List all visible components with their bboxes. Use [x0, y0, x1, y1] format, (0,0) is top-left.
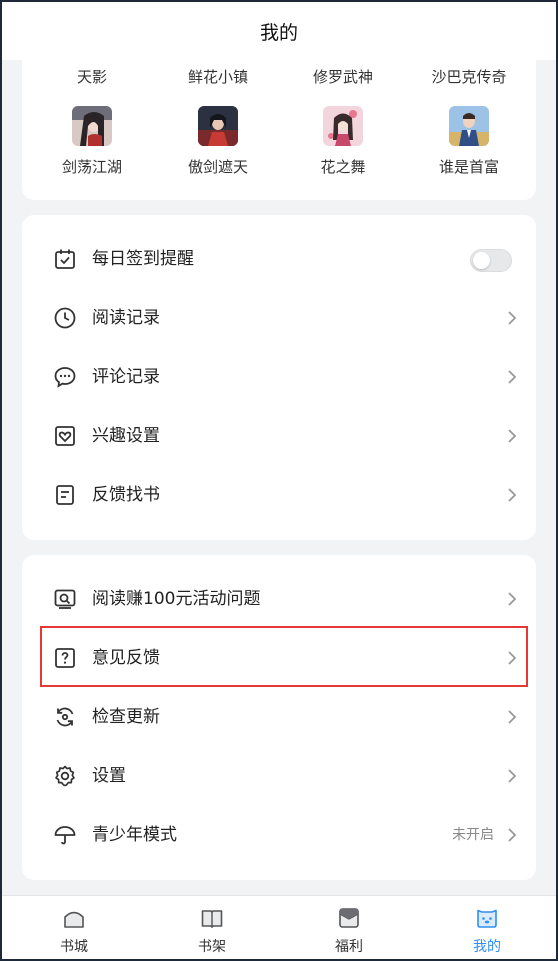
book-cover-4[interactable] — [449, 106, 489, 146]
profile-icon — [477, 909, 497, 928]
chevron-right-icon — [508, 651, 517, 665]
gift-icon — [339, 908, 359, 928]
chevron-right-icon — [508, 769, 517, 783]
recent-books-card: 天影 鲜花小镇 修罗武神 沙巴克传奇 剑荡江湖 傲剑遮天 花之舞 谁是首富 — [22, 60, 536, 200]
chevron-right-icon — [508, 311, 517, 325]
tab-bookstore[interactable]: 书城 — [34, 896, 114, 959]
book-cover-1[interactable] — [72, 106, 112, 146]
refresh-icon — [56, 707, 74, 727]
tab-label: 书城 — [60, 939, 88, 955]
menu-item-label: 每日签到提醒 — [92, 249, 194, 269]
book-title-7[interactable]: 花之舞 — [283, 156, 403, 177]
menu-item-feedback-find-book[interactable]: 反馈找书 — [22, 466, 536, 525]
menu-item-label: 设置 — [92, 766, 126, 786]
menu-item-label: 意见反馈 — [92, 648, 160, 668]
menu-item-teen-mode[interactable]: 青少年模式 未开启 — [22, 806, 536, 865]
question-icon — [55, 648, 75, 668]
tab-label: 我的 — [473, 939, 501, 955]
app-frame: 我的 天影 鲜花小镇 修罗武神 沙巴克传奇 剑荡江湖 傲剑遮天 花之舞 谁是首富… — [0, 0, 558, 961]
bottom-tab-bar: 书城 书架 福利 我的 — [2, 895, 556, 959]
menu-item-reading-reward-faq[interactable]: 阅读赚100元活动问题 — [22, 570, 536, 629]
menu-card-2: 阅读赚100元活动问题 意见反馈 检查更新 设置 青少年模式 未开启 — [22, 555, 536, 880]
clock-icon — [54, 307, 76, 329]
menu-item-label: 评论记录 — [92, 367, 160, 387]
book-title-8[interactable]: 谁是首富 — [409, 156, 529, 177]
page-header: 我的 — [2, 2, 556, 60]
menu-item-settings[interactable]: 设置 — [22, 747, 536, 806]
book-cover-2[interactable] — [198, 106, 238, 146]
menu-item-comment-history[interactable]: 评论记录 — [22, 348, 536, 407]
chevron-right-icon — [508, 710, 517, 724]
umbrella-icon — [54, 826, 76, 845]
book-cover-3[interactable] — [323, 106, 363, 146]
menu-item-label: 阅读赚100元活动问题 — [92, 589, 261, 609]
book-icon — [201, 910, 223, 928]
tab-rewards[interactable]: 福利 — [309, 896, 389, 959]
menu-item-daily-checkin-reminder: 每日签到提醒 — [22, 230, 536, 289]
toggle-knob — [473, 252, 490, 269]
search-screen-icon — [54, 589, 76, 609]
book-title-2[interactable]: 鲜花小镇 — [158, 66, 278, 87]
menu-item-interest-settings[interactable]: 兴趣设置 — [22, 407, 536, 466]
menu-item-label: 兴趣设置 — [92, 426, 160, 446]
book-title-3[interactable]: 修罗武神 — [283, 66, 403, 87]
book-title-6[interactable]: 傲剑遮天 — [158, 156, 278, 177]
tab-label: 书架 — [198, 939, 226, 955]
daily-checkin-toggle[interactable] — [470, 249, 512, 272]
tab-bookshelf[interactable]: 书架 — [172, 896, 252, 959]
page-title: 我的 — [259, 21, 298, 44]
document-icon — [56, 485, 74, 505]
gear-icon — [55, 765, 75, 787]
chevron-right-icon — [508, 370, 517, 384]
home-icon — [64, 911, 84, 928]
menu-item-label: 青少年模式 — [92, 825, 177, 845]
heart-square-icon — [55, 426, 75, 446]
menu-item-feedback[interactable]: 意见反馈 — [22, 629, 536, 688]
tab-label: 福利 — [335, 939, 363, 955]
chevron-right-icon — [508, 828, 517, 842]
book-title-1[interactable]: 天影 — [32, 66, 152, 87]
menu-card-1: 每日签到提醒 阅读记录 评论记录 兴趣设置 反馈找书 — [22, 215, 536, 540]
teen-mode-status: 未开启 — [452, 827, 494, 843]
chevron-right-icon — [508, 592, 517, 606]
calendar-check-icon — [55, 249, 75, 269]
chevron-right-icon — [508, 488, 517, 502]
chat-bubble-icon — [54, 367, 76, 388]
menu-item-label: 检查更新 — [92, 707, 160, 727]
book-title-4[interactable]: 沙巴克传奇 — [409, 66, 529, 87]
menu-item-reading-history[interactable]: 阅读记录 — [22, 289, 536, 348]
tab-profile[interactable]: 我的 — [447, 896, 527, 959]
book-title-5[interactable]: 剑荡江湖 — [32, 156, 152, 177]
menu-item-label: 阅读记录 — [92, 308, 160, 328]
menu-item-check-update[interactable]: 检查更新 — [22, 688, 536, 747]
menu-item-label: 反馈找书 — [92, 485, 160, 505]
chevron-right-icon — [508, 429, 517, 443]
